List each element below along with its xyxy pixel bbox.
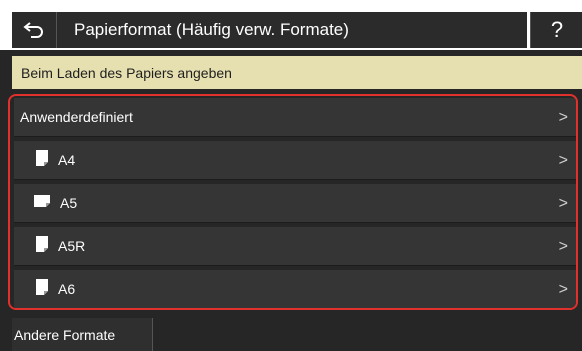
title-bar: Papierformat (Häufig verw. Formate) ? — [0, 0, 582, 50]
list-item-a4[interactable]: A4 > — [14, 141, 576, 180]
page-title: Papierformat (Häufig verw. Formate) — [74, 20, 349, 39]
list-item-a5r[interactable]: A5R > — [14, 227, 576, 266]
other-formats-label: Andere Formate — [14, 326, 116, 343]
list-item-custom[interactable]: Anwenderdefiniert > — [14, 98, 576, 137]
chevron-right-icon: > — [558, 108, 568, 126]
paper-landscape-icon — [34, 194, 50, 212]
list-item-label: A4 — [58, 152, 76, 168]
paper-portrait-icon — [36, 278, 48, 300]
back-arrow-icon — [23, 22, 43, 38]
help-icon: ? — [550, 17, 564, 42]
info-banner[interactable]: Beim Laden des Papiers angeben — [12, 56, 582, 89]
title-area: Papierformat (Häufig verw. Formate) — [57, 12, 527, 48]
other-formats-button[interactable]: Andere Formate — [12, 318, 153, 351]
list-item-label: Anwenderdefiniert — [20, 109, 133, 125]
help-button[interactable]: ? — [530, 12, 582, 48]
paper-portrait-icon — [36, 149, 48, 171]
list-item-a5[interactable]: A5 > — [14, 184, 576, 223]
list-item-label: A5R — [58, 238, 86, 254]
list-item-label: A6 — [58, 281, 76, 297]
paper-portrait-icon — [36, 235, 48, 257]
list-item-label: A5 — [60, 195, 78, 211]
chevron-right-icon: > — [558, 151, 568, 169]
list-item-a6[interactable]: A6 > — [14, 270, 576, 308]
chevron-right-icon: > — [558, 194, 568, 212]
screen: Papierformat (Häufig verw. Formate) ? Be… — [0, 0, 582, 351]
paper-format-list: Anwenderdefiniert > A4 > A5 > A5R > A6 > — [8, 94, 578, 310]
banner-text: Beim Laden des Papiers angeben — [21, 64, 232, 81]
chevron-right-icon: > — [558, 280, 568, 298]
back-button[interactable] — [12, 12, 57, 48]
chevron-right-icon: > — [558, 237, 568, 255]
